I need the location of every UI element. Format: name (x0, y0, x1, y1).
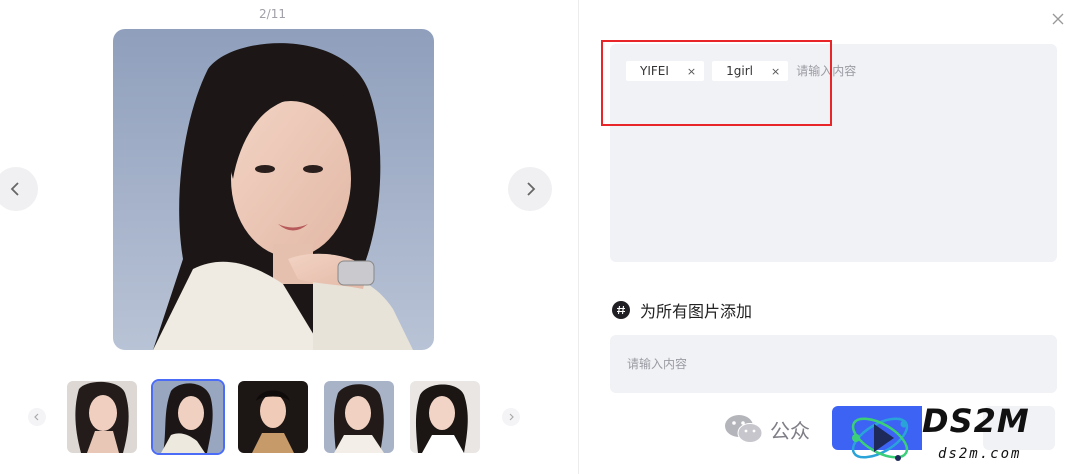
wechat-icon (725, 415, 763, 443)
thumbnail-3[interactable] (238, 381, 308, 453)
wechat-watermark: 公众 (724, 412, 810, 446)
chevron-right-icon (527, 182, 536, 196)
thumbnail-1[interactable] (67, 381, 137, 453)
chevron-left-icon (10, 182, 19, 196)
close-icon (1052, 13, 1064, 25)
tag-chip: 1girl × (712, 61, 789, 81)
tag-label: 1girl (726, 64, 753, 78)
chevron-right-icon (509, 413, 514, 421)
tag-remove-icon[interactable]: × (687, 65, 696, 78)
tag-remove-icon[interactable]: × (771, 65, 780, 78)
thumbnail-5[interactable] (410, 381, 480, 453)
thumbs-next-button[interactable] (502, 408, 520, 426)
thumbnail-strip (0, 379, 560, 455)
section-title: 为所有图片添加 (640, 302, 753, 321)
tag-text-input[interactable] (796, 64, 887, 78)
tag-list: YIFEI × 1girl × (626, 61, 887, 81)
tag-editor-dialog: 2/11 YIFEI × 1girl × 请输入内容 为所有图片添加 请输入内容… (0, 0, 1080, 474)
chevron-left-icon (34, 413, 39, 421)
thumbnail-4[interactable] (324, 381, 394, 453)
image-viewer: 2/11 (0, 0, 578, 474)
tag-label: YIFEI (640, 64, 669, 78)
ds2m-logo-icon (851, 417, 909, 461)
add-all-input-area[interactable] (610, 335, 1057, 393)
brand-name: DS2M (922, 402, 1030, 440)
prev-image-button[interactable] (0, 167, 38, 211)
next-image-button[interactable] (508, 167, 552, 211)
image-counter: 2/11 (259, 7, 286, 21)
close-button[interactable] (1049, 10, 1067, 28)
wechat-text: 公众 (770, 418, 810, 443)
ds2m-watermark: DS2M ds2m.com (838, 400, 1070, 474)
hashtag-icon (612, 301, 630, 319)
add-all-input[interactable] (627, 357, 1027, 371)
main-image (113, 29, 434, 350)
thumbs-prev-button[interactable] (28, 408, 46, 426)
thumbnail-2[interactable] (151, 379, 225, 455)
tag-input-area[interactable]: YIFEI × 1girl × (610, 44, 1057, 262)
tag-chip: YIFEI × (626, 61, 705, 81)
add-to-all-section: 为所有图片添加 (612, 298, 752, 322)
brand-domain: ds2m.com (938, 446, 1022, 462)
